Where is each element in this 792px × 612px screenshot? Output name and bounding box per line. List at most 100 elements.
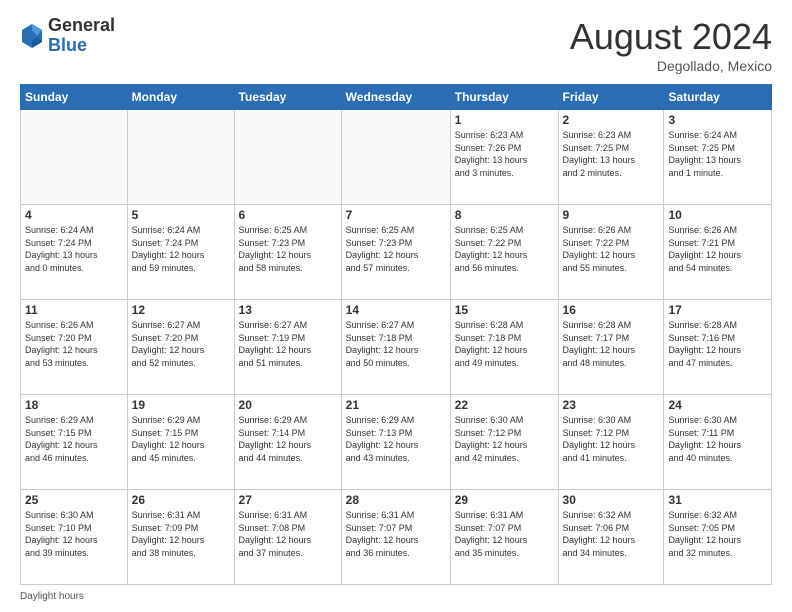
day-info: Sunrise: 6:31 AM Sunset: 7:09 PM Dayligh…	[132, 509, 230, 559]
day-info: Sunrise: 6:28 AM Sunset: 7:17 PM Dayligh…	[563, 319, 660, 369]
calendar-cell-w3-d2: 12 Sunrise: 6:27 AM Sunset: 7:20 PM Dayli…	[127, 300, 234, 395]
month-year: August 2024	[570, 16, 772, 58]
calendar-cell-w5-d6: 30 Sunrise: 6:32 AM Sunset: 7:06 PM Dayli…	[558, 490, 664, 585]
title-block: August 2024 Degollado, Mexico	[570, 16, 772, 74]
day-number: 12	[132, 303, 230, 317]
day-info: Sunrise: 6:26 AM Sunset: 7:20 PM Dayligh…	[25, 319, 123, 369]
page: General Blue August 2024 Degollado, Mexi…	[0, 0, 792, 612]
day-number: 20	[239, 398, 337, 412]
calendar-cell-w1-d4	[341, 110, 450, 205]
day-info: Sunrise: 6:28 AM Sunset: 7:18 PM Dayligh…	[455, 319, 554, 369]
calendar-cell-w5-d5: 29Sunrise: 6:31 AM Sunset: 7:07 PM Dayli…	[450, 490, 558, 585]
calendar-cell-w2-d1: 4 Sunrise: 6:24 AM Sunset: 7:24 PM Daylig…	[21, 205, 128, 300]
calendar-cell-w5-d2: 26Sunrise: 6:31 AM Sunset: 7:09 PM Dayli…	[127, 490, 234, 585]
calendar-cell-w1-d6: 2 Sunrise: 6:23 AM Sunset: 7:25 PM Daylig…	[558, 110, 664, 205]
day-info: Sunrise: 6:31 AM Sunset: 7:08 PM Dayligh…	[239, 509, 337, 559]
day-info: Sunrise: 6:29 AM Sunset: 7:13 PM Dayligh…	[346, 414, 446, 464]
calendar-cell-w3-d6: 16 Sunrise: 6:28 AM Sunset: 7:17 PM Dayli…	[558, 300, 664, 395]
day-info: Sunrise: 6:26 AM Sunset: 7:22 PM Dayligh…	[563, 224, 660, 274]
calendar-cell-w1-d2	[127, 110, 234, 205]
calendar-cell-w3-d3: 13Sunrise: 6:27 AM Sunset: 7:19 PM Dayli…	[234, 300, 341, 395]
calendar-cell-w2-d3: 6Sunrise: 6:25 AM Sunset: 7:23 PM Daylig…	[234, 205, 341, 300]
day-number: 31	[668, 493, 767, 507]
day-number: 24	[668, 398, 767, 412]
calendar-cell-w4-d2: 19Sunrise: 6:29 AM Sunset: 7:15 PM Dayli…	[127, 395, 234, 490]
logo-blue: Blue	[48, 36, 115, 56]
col-thursday: Thursday	[450, 85, 558, 110]
day-number: 7	[346, 208, 446, 222]
calendar-cell-w4-d4: 21 Sunrise: 6:29 AM Sunset: 7:13 PM Dayli…	[341, 395, 450, 490]
calendar-table: Sunday Monday Tuesday Wednesday Thursday…	[20, 84, 772, 585]
day-number: 18	[25, 398, 123, 412]
day-number: 29	[455, 493, 554, 507]
calendar-cell-w2-d6: 9 Sunrise: 6:26 AM Sunset: 7:22 PM Daylig…	[558, 205, 664, 300]
header-row: Sunday Monday Tuesday Wednesday Thursday…	[21, 85, 772, 110]
day-info: Sunrise: 6:25 AM Sunset: 7:23 PM Dayligh…	[346, 224, 446, 274]
calendar-cell-w1-d3	[234, 110, 341, 205]
calendar-cell-w5-d7: 31 Sunrise: 6:32 AM Sunset: 7:05 PM Dayli…	[664, 490, 772, 585]
calendar-cell-w2-d5: 8Sunrise: 6:25 AM Sunset: 7:22 PM Daylig…	[450, 205, 558, 300]
day-number: 10	[668, 208, 767, 222]
week-row-4: 18 Sunrise: 6:29 AM Sunset: 7:15 PM Dayli…	[21, 395, 772, 490]
calendar-cell-w1-d1	[21, 110, 128, 205]
logo-general: General	[48, 16, 115, 36]
calendar-cell-w3-d4: 14Sunrise: 6:27 AM Sunset: 7:18 PM Dayli…	[341, 300, 450, 395]
calendar-cell-w1-d5: 1Sunrise: 6:23 AM Sunset: 7:26 PM Daylig…	[450, 110, 558, 205]
calendar-cell-w3-d7: 17Sunrise: 6:28 AM Sunset: 7:16 PM Dayli…	[664, 300, 772, 395]
week-row-2: 4 Sunrise: 6:24 AM Sunset: 7:24 PM Daylig…	[21, 205, 772, 300]
calendar-cell-w4-d3: 20Sunrise: 6:29 AM Sunset: 7:14 PM Dayli…	[234, 395, 341, 490]
day-number: 8	[455, 208, 554, 222]
day-info: Sunrise: 6:26 AM Sunset: 7:21 PM Dayligh…	[668, 224, 767, 274]
day-number: 9	[563, 208, 660, 222]
day-number: 30	[563, 493, 660, 507]
calendar-cell-w4-d7: 24 Sunrise: 6:30 AM Sunset: 7:11 PM Dayli…	[664, 395, 772, 490]
col-friday: Friday	[558, 85, 664, 110]
day-info: Sunrise: 6:25 AM Sunset: 7:23 PM Dayligh…	[239, 224, 337, 274]
day-info: Sunrise: 6:30 AM Sunset: 7:12 PM Dayligh…	[563, 414, 660, 464]
day-number: 16	[563, 303, 660, 317]
calendar-cell-w4-d6: 23 Sunrise: 6:30 AM Sunset: 7:12 PM Dayli…	[558, 395, 664, 490]
calendar-cell-w5-d4: 28 Sunrise: 6:31 AM Sunset: 7:07 PM Dayli…	[341, 490, 450, 585]
col-saturday: Saturday	[664, 85, 772, 110]
day-info: Sunrise: 6:23 AM Sunset: 7:26 PM Dayligh…	[455, 129, 554, 179]
location: Degollado, Mexico	[570, 58, 772, 74]
logo: General Blue	[20, 16, 115, 56]
day-info: Sunrise: 6:27 AM Sunset: 7:20 PM Dayligh…	[132, 319, 230, 369]
col-monday: Monday	[127, 85, 234, 110]
day-info: Sunrise: 6:27 AM Sunset: 7:19 PM Dayligh…	[239, 319, 337, 369]
day-info: Sunrise: 6:32 AM Sunset: 7:06 PM Dayligh…	[563, 509, 660, 559]
day-number: 21	[346, 398, 446, 412]
day-info: Sunrise: 6:29 AM Sunset: 7:15 PM Dayligh…	[25, 414, 123, 464]
day-info: Sunrise: 6:30 AM Sunset: 7:10 PM Dayligh…	[25, 509, 123, 559]
day-info: Sunrise: 6:28 AM Sunset: 7:16 PM Dayligh…	[668, 319, 767, 369]
day-number: 15	[455, 303, 554, 317]
day-info: Sunrise: 6:30 AM Sunset: 7:11 PM Dayligh…	[668, 414, 767, 464]
week-row-5: 25 Sunrise: 6:30 AM Sunset: 7:10 PM Dayli…	[21, 490, 772, 585]
day-info: Sunrise: 6:31 AM Sunset: 7:07 PM Dayligh…	[346, 509, 446, 559]
day-number: 4	[25, 208, 123, 222]
col-wednesday: Wednesday	[341, 85, 450, 110]
day-number: 2	[563, 113, 660, 127]
day-info: Sunrise: 6:29 AM Sunset: 7:15 PM Dayligh…	[132, 414, 230, 464]
day-number: 27	[239, 493, 337, 507]
calendar-cell-w1-d7: 3Sunrise: 6:24 AM Sunset: 7:25 PM Daylig…	[664, 110, 772, 205]
day-number: 28	[346, 493, 446, 507]
col-sunday: Sunday	[21, 85, 128, 110]
day-number: 23	[563, 398, 660, 412]
day-info: Sunrise: 6:32 AM Sunset: 7:05 PM Dayligh…	[668, 509, 767, 559]
daylight-hours-label: Daylight hours	[20, 591, 84, 602]
calendar-cell-w3-d5: 15 Sunrise: 6:28 AM Sunset: 7:18 PM Dayli…	[450, 300, 558, 395]
calendar-cell-w2-d2: 5Sunrise: 6:24 AM Sunset: 7:24 PM Daylig…	[127, 205, 234, 300]
day-number: 22	[455, 398, 554, 412]
footer: Daylight hours	[20, 591, 772, 602]
day-number: 5	[132, 208, 230, 222]
day-info: Sunrise: 6:23 AM Sunset: 7:25 PM Dayligh…	[563, 129, 660, 179]
logo-icon	[20, 22, 44, 50]
day-number: 11	[25, 303, 123, 317]
calendar-cell-w5-d3: 27 Sunrise: 6:31 AM Sunset: 7:08 PM Dayli…	[234, 490, 341, 585]
day-number: 25	[25, 493, 123, 507]
day-info: Sunrise: 6:24 AM Sunset: 7:25 PM Dayligh…	[668, 129, 767, 179]
calendar-cell-w2-d4: 7 Sunrise: 6:25 AM Sunset: 7:23 PM Daylig…	[341, 205, 450, 300]
calendar-cell-w4-d5: 22Sunrise: 6:30 AM Sunset: 7:12 PM Dayli…	[450, 395, 558, 490]
day-info: Sunrise: 6:24 AM Sunset: 7:24 PM Dayligh…	[25, 224, 123, 274]
